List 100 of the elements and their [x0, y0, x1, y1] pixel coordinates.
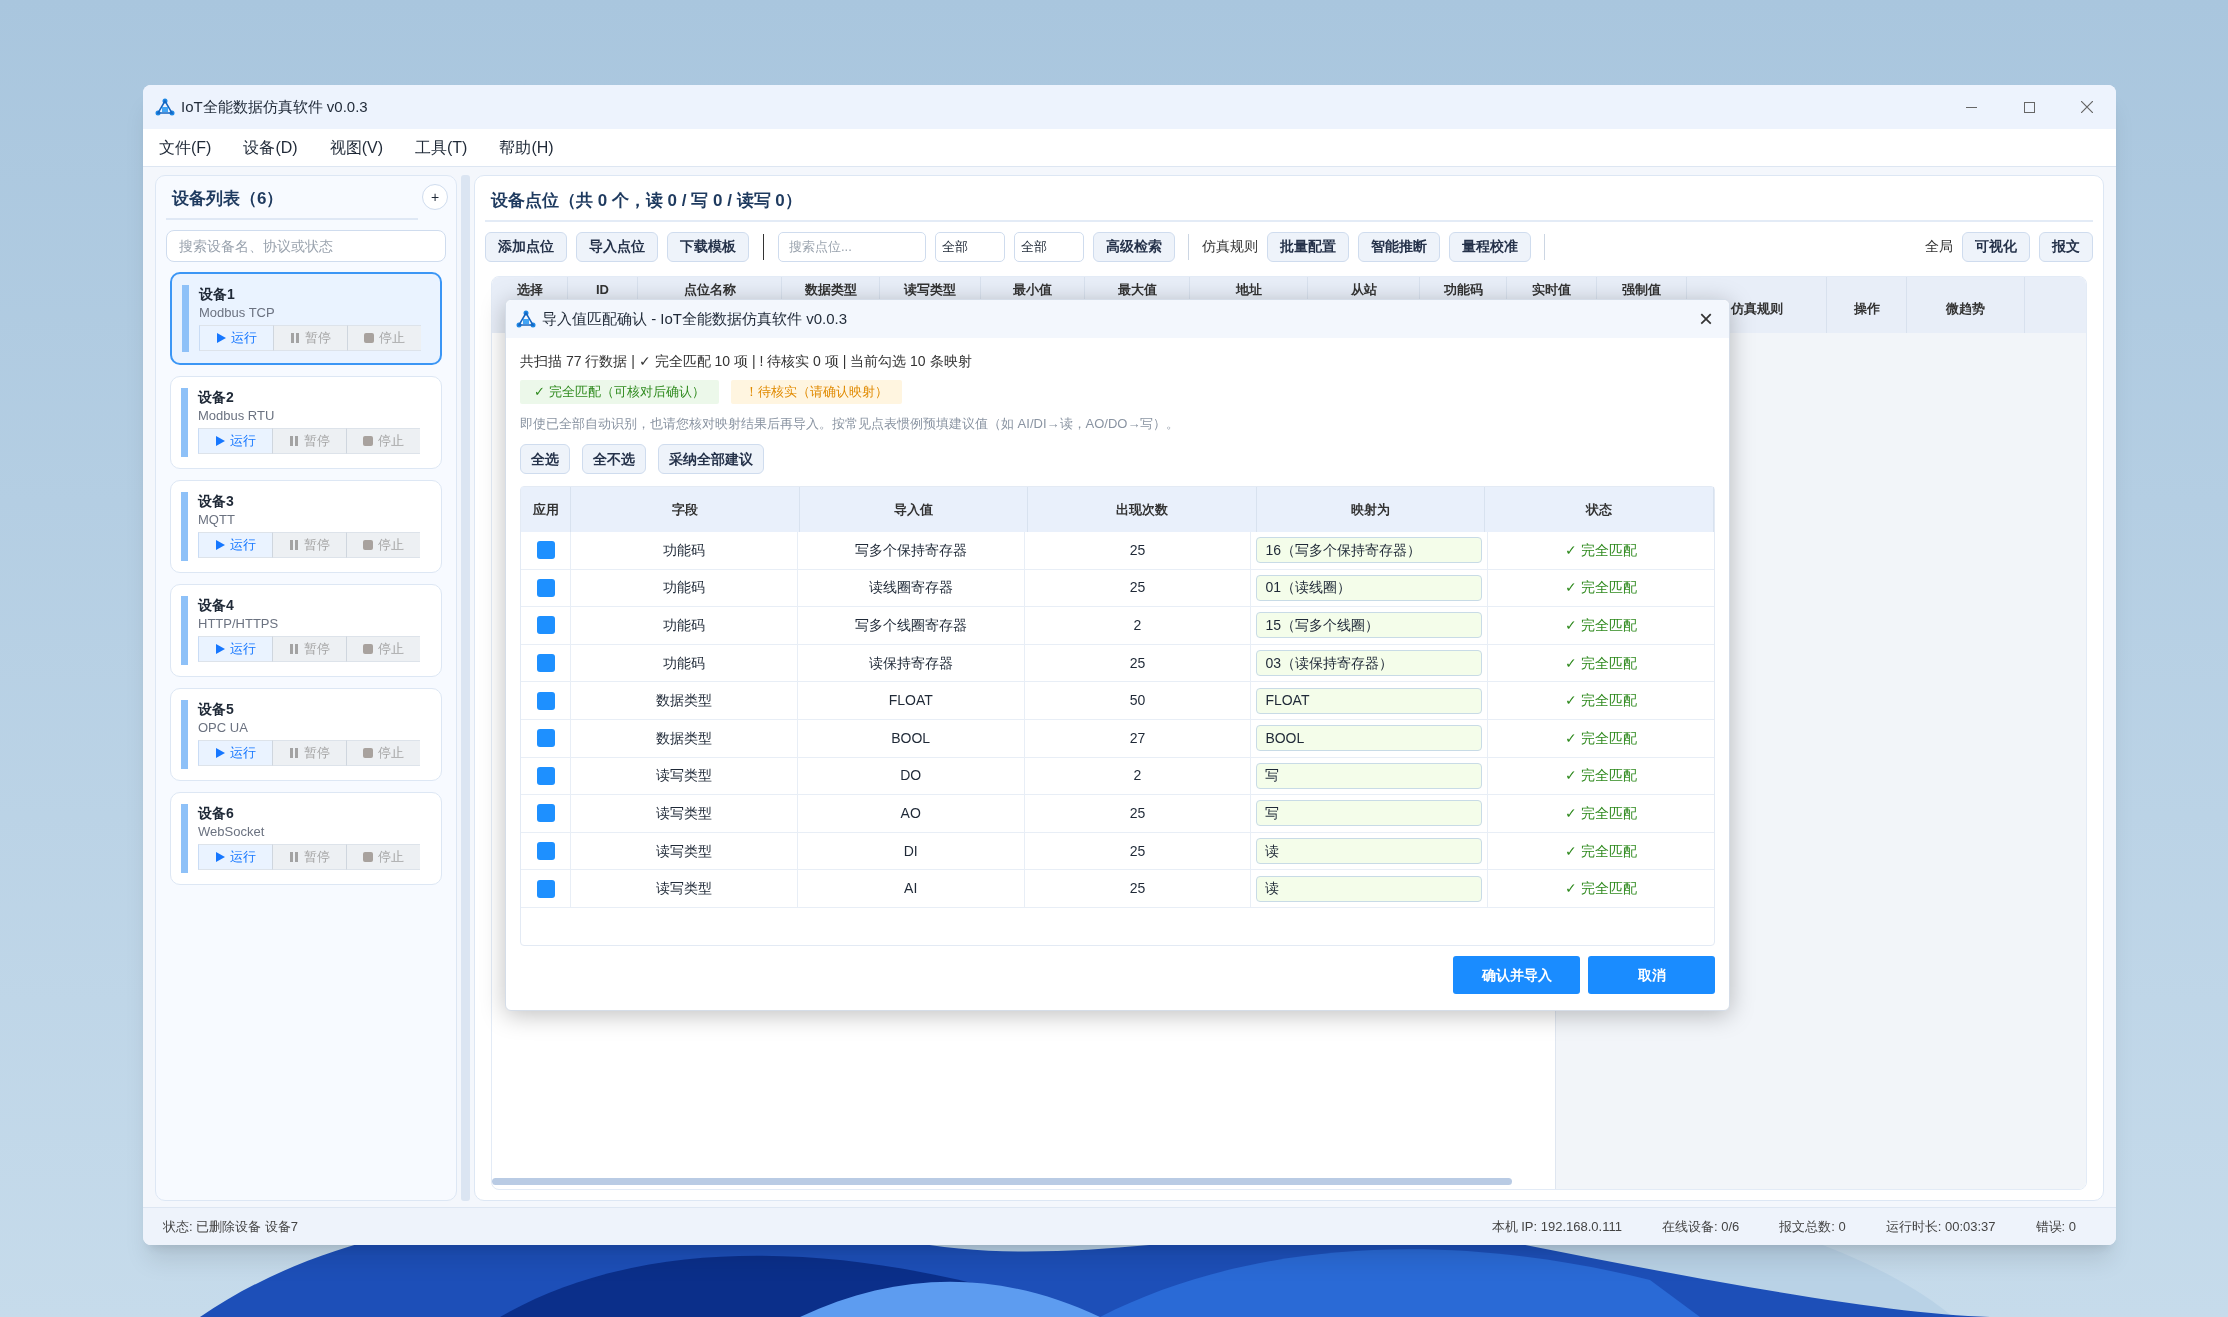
table-cell: 25 [1024, 532, 1252, 569]
point-search-field[interactable]: 搜索点位... [778, 231, 926, 262]
filter-select[interactable]: 全部 [935, 231, 1005, 262]
checkbox[interactable] [536, 578, 555, 597]
rule-button[interactable]: 批量配置 [1267, 231, 1349, 262]
run-button[interactable]: 运行 [198, 635, 272, 662]
status-label: ✓ 完全匹配 [1565, 879, 1638, 899]
mapping-field[interactable]: 03（读保持寄存器） [1256, 650, 1483, 677]
advanced-search-button[interactable]: 高级检索 [1093, 231, 1175, 262]
status-label: ✓ 完全匹配 [1565, 616, 1638, 635]
table-cell: AI [797, 870, 1025, 907]
checkbox[interactable] [536, 729, 555, 748]
column-header: 应用 [521, 487, 571, 532]
window-title: IoT全能数据仿真软件 v0.0.3 [181, 96, 368, 117]
table-cell: 数据类型 [571, 682, 798, 719]
device-card[interactable]: 设备2 Modbus RTU 运行 暂停 停止 [170, 375, 442, 469]
column-header: 导入值 [799, 487, 1029, 532]
scope-label: 全局 [1925, 237, 1953, 256]
table-cell: 读保持寄存器 [797, 644, 1025, 682]
device-name: 设备1 [199, 284, 236, 303]
checkbox[interactable] [536, 616, 555, 635]
select-button[interactable]: 全不选 [582, 444, 646, 474]
rule-button[interactable]: 智能推断 [1358, 231, 1440, 262]
column-header: 出现次数 [1028, 487, 1257, 532]
play-icon [215, 435, 225, 446]
run-button[interactable]: 运行 [198, 739, 272, 766]
note-text: 即使已全部自动识别，也请您核对映射结果后再导入。按常见点表惯例预填建议值（如 AI/DI→读，AO/DO→写）。 [520, 415, 1181, 433]
pause-icon [289, 435, 299, 446]
view-button[interactable]: 报文 [2039, 231, 2093, 262]
column-header[interactable]: 微趋势 [1907, 276, 2025, 333]
table-cell: 2 [1024, 607, 1252, 644]
device-protocol: Modbus TCP [199, 303, 276, 322]
status-label: ✓ 完全匹配 [1565, 540, 1638, 560]
menu-item[interactable]: 设备(D) [243, 135, 298, 160]
run-button[interactable]: 运行 [198, 843, 272, 870]
mapping-field[interactable]: 读 [1256, 838, 1483, 865]
checkbox[interactable] [536, 691, 555, 710]
column-header[interactable]: 操作 [1827, 276, 1907, 333]
status-text: 状态: 已删除设备 设备7 [163, 1217, 299, 1236]
mapping-field[interactable]: 15（写多个线圈） [1256, 612, 1483, 639]
menu-item[interactable]: 帮助(H) [499, 135, 554, 160]
mapping-field[interactable]: 写 [1256, 800, 1483, 827]
checkbox[interactable] [536, 541, 555, 560]
mapping-field[interactable]: 16（写多个保持寄存器） [1256, 537, 1483, 564]
mapping-field[interactable]: FLOAT [1256, 687, 1483, 714]
run-button[interactable]: 运行 [199, 324, 273, 351]
close-icon[interactable] [2081, 101, 2093, 113]
scrollbar-thumb[interactable] [492, 1178, 1512, 1185]
menu-item[interactable]: 文件(F) [159, 135, 212, 160]
column-header: 映射为 [1256, 487, 1486, 532]
toolbar-button[interactable]: 添加点位 [485, 231, 567, 262]
table-cell: 25 [1024, 644, 1252, 682]
device-card[interactable]: 设备5 OPC UA 运行 暂停 停止 [170, 687, 442, 781]
table-cell: 25 [1024, 832, 1252, 870]
checkbox[interactable] [536, 879, 555, 898]
stop-icon [363, 747, 373, 758]
status-item: 在线设备: 0/6 [1661, 1217, 1740, 1236]
filter-select[interactable]: 全部 [1014, 231, 1084, 262]
device-name: 设备3 [198, 491, 235, 510]
search-field[interactable]: 搜索设备名、协议或状态 [166, 229, 446, 262]
device-protocol: HTTP/HTTPS [198, 614, 280, 633]
run-button[interactable]: 运行 [198, 427, 272, 454]
device-card[interactable]: 设备6 WebSocket 运行 暂停 停止 [170, 791, 442, 885]
stop-icon [364, 332, 374, 343]
menu-item[interactable]: 工具(T) [415, 135, 468, 160]
toolbar-button[interactable]: 导入点位 [576, 231, 658, 262]
status-item: 错误: 0 [2035, 1217, 2076, 1236]
device-card[interactable]: 设备4 HTTP/HTTPS 运行 暂停 停止 [170, 583, 442, 677]
add-device-button[interactable]: + [422, 184, 448, 210]
mapping-field[interactable]: BOOL [1256, 725, 1483, 752]
table-cell: 功能码 [571, 644, 798, 682]
checkbox[interactable] [536, 654, 555, 673]
device-name: 设备2 [198, 387, 235, 406]
select-button[interactable]: 采纳全部建议 [658, 444, 764, 474]
view-button[interactable]: 可视化 [1962, 231, 2030, 262]
run-button[interactable]: 运行 [198, 531, 272, 558]
device-card[interactable]: 设备1 Modbus TCP 运行 暂停 停止 [170, 271, 442, 365]
accent-bar [181, 491, 188, 561]
pause-icon [289, 747, 299, 758]
menu-item[interactable]: 视图(V) [329, 135, 383, 160]
stop-icon [363, 539, 373, 550]
mapping-field[interactable]: 写 [1256, 762, 1483, 789]
select-button[interactable]: 全选 [520, 444, 570, 474]
summary-text: 共扫描 77 行数据 | ✓ 完全匹配 10 项 | ! 待核实 0 项 | 当前勾选 10 条映射 [520, 352, 973, 371]
device-card[interactable]: 设备3 MQTT 运行 暂停 停止 [170, 479, 442, 573]
mapping-field[interactable]: 01（读线圈） [1256, 574, 1483, 601]
toolbar-button[interactable]: 下载模板 [667, 231, 749, 262]
status-label: ✓ 完全匹配 [1565, 728, 1638, 748]
rules-label: 仿真规则 [1202, 237, 1258, 256]
dialog-title: 导入值匹配确认 - IoT全能数据仿真软件 v0.0.3 [542, 308, 848, 329]
checkbox[interactable] [536, 804, 555, 823]
mapping-field[interactable]: 读 [1256, 875, 1483, 902]
table-cell: 读写类型 [571, 757, 798, 795]
checkbox[interactable] [536, 766, 555, 785]
play-icon [215, 643, 225, 654]
checkbox[interactable] [536, 842, 555, 861]
rule-button[interactable]: 量程校准 [1449, 231, 1531, 262]
table-cell: 读写类型 [571, 795, 798, 832]
close-button[interactable]: × [1693, 307, 1719, 331]
device-protocol: Modbus RTU [198, 406, 276, 425]
